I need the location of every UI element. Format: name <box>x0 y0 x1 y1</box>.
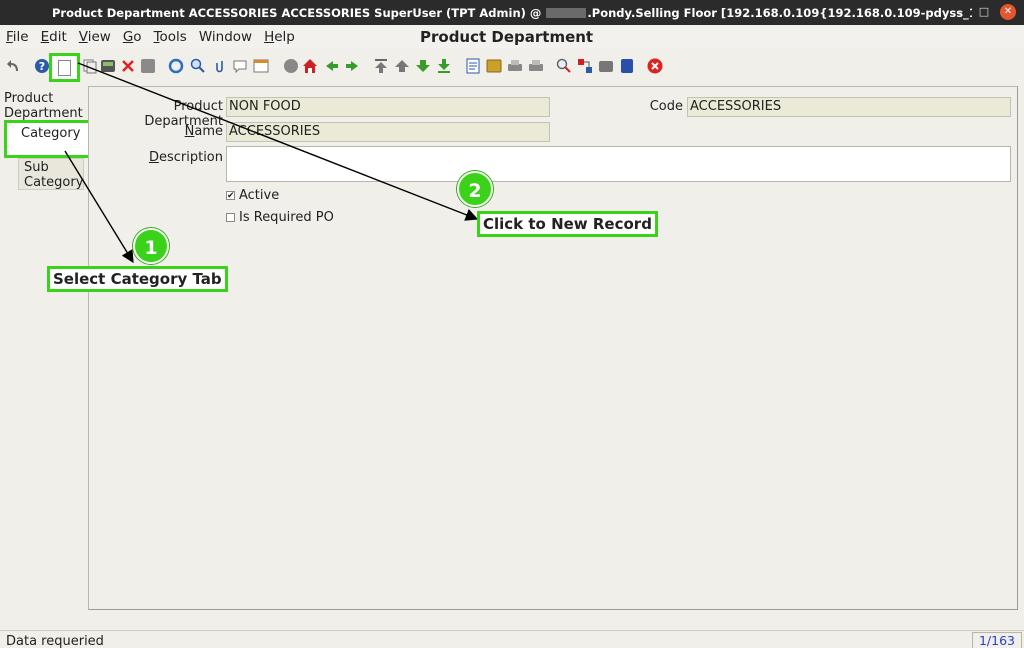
close-window-button[interactable]: ✕ <box>1000 4 1016 20</box>
refresh-icon[interactable] <box>168 58 184 74</box>
menu-file[interactable]: File <box>0 29 35 45</box>
menu-view[interactable]: View <box>73 29 117 45</box>
request-icon[interactable] <box>598 58 614 74</box>
archive-icon[interactable] <box>486 58 502 74</box>
home-icon[interactable] <box>302 58 318 74</box>
statusbar: Data requeried 1/163 <box>0 630 1024 648</box>
menu-edit[interactable]: Edit <box>35 29 73 45</box>
product-info-icon[interactable] <box>619 58 635 74</box>
minimize-button[interactable]: – <box>952 4 968 20</box>
menu-go[interactable]: Go <box>117 29 148 45</box>
menu-tools[interactable]: Tools <box>148 29 193 45</box>
new-record-button[interactable] <box>49 53 80 82</box>
tab-sub-category[interactable]: Sub Category <box>18 158 84 190</box>
delete-icon[interactable] <box>120 58 136 74</box>
menu-window[interactable]: Window <box>193 29 258 45</box>
save-icon[interactable] <box>100 58 116 74</box>
detail-record-icon[interactable] <box>344 58 360 74</box>
window-titlebar: Product Department ACCESSORIES ACCESSORI… <box>0 0 1024 25</box>
chat-icon[interactable] <box>232 58 248 74</box>
grid-toggle-icon[interactable] <box>253 58 269 74</box>
active-checkbox[interactable]: ✔ Active <box>226 188 279 203</box>
name-field[interactable]: ACCESSORIES <box>226 122 550 142</box>
description-field[interactable] <box>226 146 1011 182</box>
window-controls: – □ ✕ <box>952 4 1016 20</box>
tab-product-department[interactable]: Product Department <box>4 91 84 121</box>
previous-record-icon[interactable] <box>394 58 410 74</box>
redacted-host <box>546 8 587 18</box>
record-form-panel: Product Department NON FOOD Code ACCESSO… <box>88 86 1018 610</box>
print-icon[interactable] <box>528 58 544 74</box>
report-icon[interactable] <box>465 58 481 74</box>
record-position[interactable]: 1/163 <box>972 632 1022 648</box>
active-label: Active <box>239 188 280 203</box>
code-field[interactable]: ACCESSORIES <box>687 97 1011 117</box>
is-required-po-check-icon <box>226 213 235 222</box>
parent-record-icon[interactable] <box>324 58 340 74</box>
print-preview-icon[interactable] <box>507 58 523 74</box>
find-icon[interactable] <box>190 58 206 74</box>
copy-record-icon[interactable] <box>82 58 98 74</box>
history-icon[interactable] <box>283 58 299 74</box>
step2-badge: 2 <box>457 171 493 207</box>
workflow-icon[interactable] <box>577 58 593 74</box>
is-required-po-label: Is Required PO <box>239 210 334 225</box>
active-check-icon: ✔ <box>226 191 235 201</box>
step1-callout: Select Category Tab <box>47 266 228 292</box>
name-label: Name <box>184 124 223 139</box>
exit-icon[interactable] <box>647 58 663 74</box>
maximize-button[interactable]: □ <box>976 4 992 20</box>
window-title-text: Product Department ACCESSORIES ACCESSORI… <box>52 5 972 20</box>
is-required-po-checkbox[interactable]: Is Required PO <box>226 210 334 225</box>
toolbar: ? <box>0 50 1024 84</box>
zoom-across-icon[interactable] <box>556 58 572 74</box>
new-record-icon <box>58 60 71 76</box>
tab-strip: Product Department Category Sub Category <box>0 86 92 606</box>
step2-callout: Click to New Record <box>477 211 658 237</box>
undo-icon[interactable] <box>6 58 22 74</box>
menu-help[interactable]: Help <box>258 29 301 45</box>
attachment-icon[interactable] <box>212 58 228 74</box>
description-label: Description <box>148 150 223 165</box>
step1-badge: 1 <box>133 228 169 264</box>
last-record-icon[interactable] <box>436 58 452 74</box>
code-label: Code <box>649 99 683 114</box>
next-record-icon[interactable] <box>415 58 431 74</box>
svg-text:?: ? <box>39 60 45 73</box>
tab-category[interactable]: Category <box>4 120 92 158</box>
product-department-field[interactable]: NON FOOD <box>226 97 550 117</box>
save-disabled-icon[interactable] <box>140 58 156 74</box>
help-icon[interactable]: ? <box>34 58 50 74</box>
status-message: Data requeried <box>6 634 104 648</box>
window-heading: Product Department <box>420 28 594 46</box>
first-record-icon[interactable] <box>373 58 389 74</box>
